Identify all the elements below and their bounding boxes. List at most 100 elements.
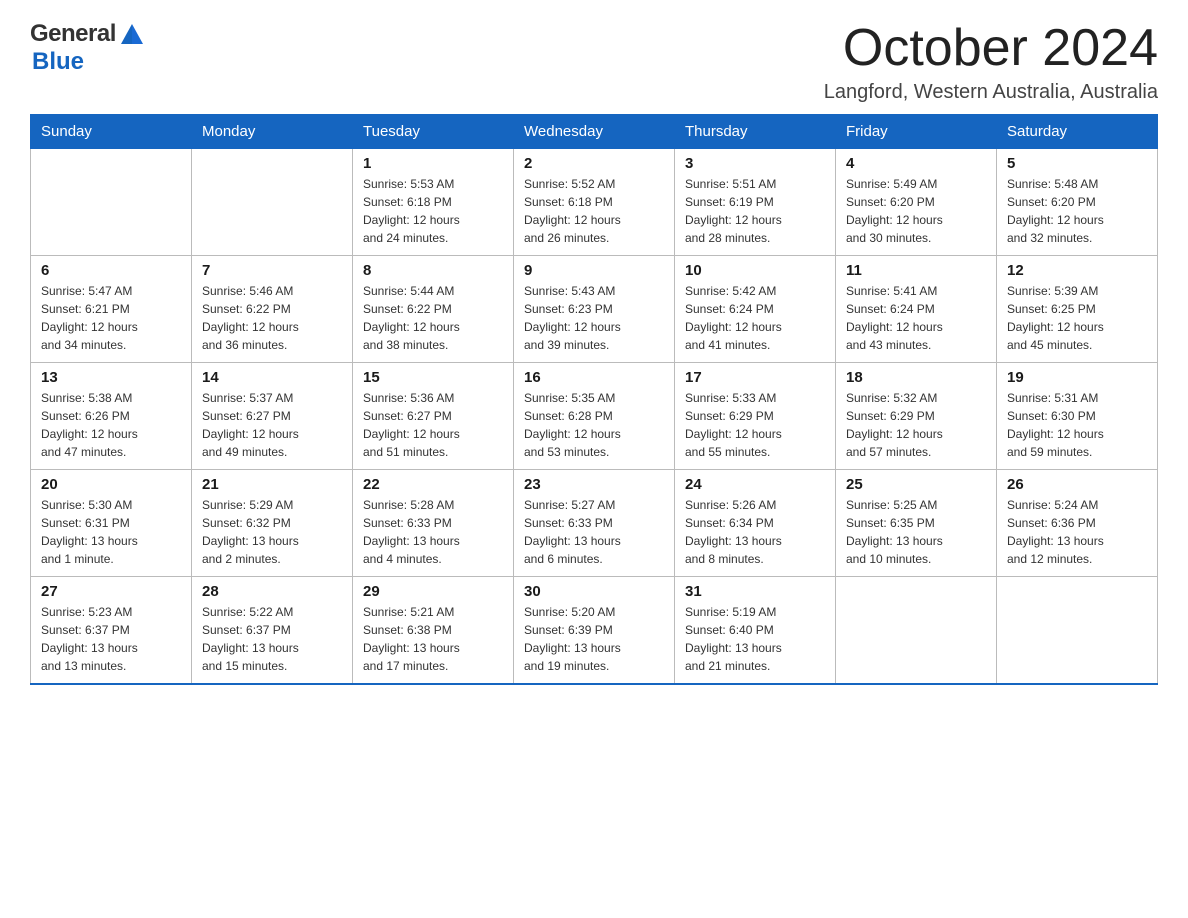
- day-number: 25: [846, 476, 986, 493]
- day-number: 9: [524, 262, 664, 279]
- calendar-cell: [192, 149, 353, 256]
- day-number: 24: [685, 476, 825, 493]
- day-number: 11: [846, 262, 986, 279]
- day-number: 31: [685, 583, 825, 600]
- calendar-cell: 14 Sunrise: 5:37 AM Sunset: 6:27 PM Dayli…: [192, 363, 353, 470]
- calendar-cell: 7 Sunrise: 5:46 AM Sunset: 6:22 PM Daylig…: [192, 256, 353, 363]
- calendar-cell: 3 Sunrise: 5:51 AM Sunset: 6:19 PM Daylig…: [675, 149, 836, 256]
- calendar-cell: 2 Sunrise: 5:52 AM Sunset: 6:18 PM Daylig…: [514, 149, 675, 256]
- day-info: Sunrise: 5:27 AM Sunset: 6:33 PM Dayligh…: [524, 496, 664, 568]
- day-info: Sunrise: 5:30 AM Sunset: 6:31 PM Dayligh…: [41, 496, 181, 568]
- day-info: Sunrise: 5:37 AM Sunset: 6:27 PM Dayligh…: [202, 389, 342, 461]
- day-info: Sunrise: 5:36 AM Sunset: 6:27 PM Dayligh…: [363, 389, 503, 461]
- day-info: Sunrise: 5:41 AM Sunset: 6:24 PM Dayligh…: [846, 282, 986, 354]
- day-info: Sunrise: 5:31 AM Sunset: 6:30 PM Dayligh…: [1007, 389, 1147, 461]
- day-info: Sunrise: 5:48 AM Sunset: 6:20 PM Dayligh…: [1007, 175, 1147, 247]
- day-info: Sunrise: 5:24 AM Sunset: 6:36 PM Dayligh…: [1007, 496, 1147, 568]
- header: General Blue October 2024 Langford, West…: [30, 20, 1158, 104]
- day-info: Sunrise: 5:44 AM Sunset: 6:22 PM Dayligh…: [363, 282, 503, 354]
- day-info: Sunrise: 5:51 AM Sunset: 6:19 PM Dayligh…: [685, 175, 825, 247]
- day-info: Sunrise: 5:32 AM Sunset: 6:29 PM Dayligh…: [846, 389, 986, 461]
- day-info: Sunrise: 5:42 AM Sunset: 6:24 PM Dayligh…: [685, 282, 825, 354]
- calendar-cell: [997, 577, 1158, 685]
- calendar-cell: 27 Sunrise: 5:23 AM Sunset: 6:37 PM Dayli…: [31, 577, 192, 685]
- logo-triangle-right-icon: [132, 24, 143, 44]
- day-number: 3: [685, 155, 825, 172]
- logo: General Blue: [30, 20, 143, 76]
- day-info: Sunrise: 5:25 AM Sunset: 6:35 PM Dayligh…: [846, 496, 986, 568]
- calendar-cell: 30 Sunrise: 5:20 AM Sunset: 6:39 PM Dayli…: [514, 577, 675, 685]
- header-monday: Monday: [192, 115, 353, 149]
- day-number: 26: [1007, 476, 1147, 493]
- calendar-cell: 4Sunrise: 5:49 AM Sunset: 6:20 PM Daylig…: [836, 149, 997, 256]
- header-tuesday: Tuesday: [353, 115, 514, 149]
- calendar-cell: 21 Sunrise: 5:29 AM Sunset: 6:32 PM Dayli…: [192, 470, 353, 577]
- calendar-week-row: 6 Sunrise: 5:47 AM Sunset: 6:21 PM Daylig…: [31, 256, 1158, 363]
- day-info: Sunrise: 5:47 AM Sunset: 6:21 PM Dayligh…: [41, 282, 181, 354]
- day-number: 17: [685, 369, 825, 386]
- calendar-cell: 19 Sunrise: 5:31 AM Sunset: 6:30 PM Dayli…: [997, 363, 1158, 470]
- day-info: Sunrise: 5:23 AM Sunset: 6:37 PM Dayligh…: [41, 603, 181, 675]
- calendar-cell: 1Sunrise: 5:53 AM Sunset: 6:18 PM Daylig…: [353, 149, 514, 256]
- day-info: Sunrise: 5:43 AM Sunset: 6:23 PM Dayligh…: [524, 282, 664, 354]
- title-area: October 2024 Langford, Western Australia…: [824, 20, 1158, 104]
- day-info: Sunrise: 5:28 AM Sunset: 6:33 PM Dayligh…: [363, 496, 503, 568]
- day-number: 7: [202, 262, 342, 279]
- day-number: 21: [202, 476, 342, 493]
- calendar-cell: 12 Sunrise: 5:39 AM Sunset: 6:25 PM Dayli…: [997, 256, 1158, 363]
- calendar-cell: 22 Sunrise: 5:28 AM Sunset: 6:33 PM Dayli…: [353, 470, 514, 577]
- page-subtitle: Langford, Western Australia, Australia: [824, 81, 1158, 104]
- day-info: Sunrise: 5:46 AM Sunset: 6:22 PM Dayligh…: [202, 282, 342, 354]
- calendar-cell: 26 Sunrise: 5:24 AM Sunset: 6:36 PM Dayli…: [997, 470, 1158, 577]
- calendar-cell: 17Sunrise: 5:33 AM Sunset: 6:29 PM Dayli…: [675, 363, 836, 470]
- day-info: Sunrise: 5:21 AM Sunset: 6:38 PM Dayligh…: [363, 603, 503, 675]
- calendar-cell: 16 Sunrise: 5:35 AM Sunset: 6:28 PM Dayli…: [514, 363, 675, 470]
- logo-icon-wrapper: [118, 24, 143, 44]
- calendar-week-row: 13 Sunrise: 5:38 AM Sunset: 6:26 PM Dayli…: [31, 363, 1158, 470]
- logo-general-text: General: [30, 20, 116, 48]
- calendar-cell: 20Sunrise: 5:30 AM Sunset: 6:31 PM Dayli…: [31, 470, 192, 577]
- day-info: Sunrise: 5:35 AM Sunset: 6:28 PM Dayligh…: [524, 389, 664, 461]
- day-number: 14: [202, 369, 342, 386]
- calendar-cell: [31, 149, 192, 256]
- day-number: 27: [41, 583, 181, 600]
- day-number: 23: [524, 476, 664, 493]
- day-info: Sunrise: 5:22 AM Sunset: 6:37 PM Dayligh…: [202, 603, 342, 675]
- day-number: 22: [363, 476, 503, 493]
- calendar-cell: 24Sunrise: 5:26 AM Sunset: 6:34 PM Dayli…: [675, 470, 836, 577]
- calendar-week-row: 27 Sunrise: 5:23 AM Sunset: 6:37 PM Dayli…: [31, 577, 1158, 685]
- day-number: 2: [524, 155, 664, 172]
- calendar-cell: 9 Sunrise: 5:43 AM Sunset: 6:23 PM Daylig…: [514, 256, 675, 363]
- day-number: 12: [1007, 262, 1147, 279]
- calendar-cell: 6 Sunrise: 5:47 AM Sunset: 6:21 PM Daylig…: [31, 256, 192, 363]
- calendar-cell: 11 Sunrise: 5:41 AM Sunset: 6:24 PM Dayli…: [836, 256, 997, 363]
- day-info: Sunrise: 5:52 AM Sunset: 6:18 PM Dayligh…: [524, 175, 664, 247]
- day-number: 19: [1007, 369, 1147, 386]
- day-info: Sunrise: 5:20 AM Sunset: 6:39 PM Dayligh…: [524, 603, 664, 675]
- day-number: 30: [524, 583, 664, 600]
- page-title: October 2024: [824, 20, 1158, 77]
- day-number: 29: [363, 583, 503, 600]
- day-number: 5: [1007, 155, 1147, 172]
- header-friday: Friday: [836, 115, 997, 149]
- calendar-cell: 31 Sunrise: 5:19 AM Sunset: 6:40 PM Dayli…: [675, 577, 836, 685]
- day-info: Sunrise: 5:39 AM Sunset: 6:25 PM Dayligh…: [1007, 282, 1147, 354]
- header-saturday: Saturday: [997, 115, 1158, 149]
- calendar-cell: 8Sunrise: 5:44 AM Sunset: 6:22 PM Daylig…: [353, 256, 514, 363]
- day-info: Sunrise: 5:53 AM Sunset: 6:18 PM Dayligh…: [363, 175, 503, 247]
- day-number: 6: [41, 262, 181, 279]
- calendar-cell: 18Sunrise: 5:32 AM Sunset: 6:29 PM Dayli…: [836, 363, 997, 470]
- calendar-cell: 10Sunrise: 5:42 AM Sunset: 6:24 PM Dayli…: [675, 256, 836, 363]
- calendar-week-row: 1Sunrise: 5:53 AM Sunset: 6:18 PM Daylig…: [31, 149, 1158, 256]
- day-info: Sunrise: 5:29 AM Sunset: 6:32 PM Dayligh…: [202, 496, 342, 568]
- day-number: 16: [524, 369, 664, 386]
- day-info: Sunrise: 5:38 AM Sunset: 6:26 PM Dayligh…: [41, 389, 181, 461]
- calendar-cell: 5 Sunrise: 5:48 AM Sunset: 6:20 PM Daylig…: [997, 149, 1158, 256]
- day-info: Sunrise: 5:19 AM Sunset: 6:40 PM Dayligh…: [685, 603, 825, 675]
- day-number: 13: [41, 369, 181, 386]
- calendar-cell: 15Sunrise: 5:36 AM Sunset: 6:27 PM Dayli…: [353, 363, 514, 470]
- calendar-cell: 29 Sunrise: 5:21 AM Sunset: 6:38 PM Dayli…: [353, 577, 514, 685]
- calendar-cell: 28Sunrise: 5:22 AM Sunset: 6:37 PM Dayli…: [192, 577, 353, 685]
- day-number: 4: [846, 155, 986, 172]
- logo-triangle-left-icon: [121, 24, 132, 44]
